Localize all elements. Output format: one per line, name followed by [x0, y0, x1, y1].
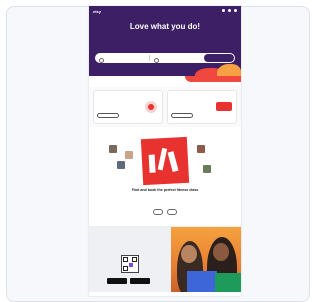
hero-section: etsy Love what you do! [89, 6, 241, 76]
site-logo[interactable]: etsy [93, 9, 101, 14]
header-icons [222, 9, 237, 12]
promo-button[interactable] [171, 113, 193, 118]
search-button[interactable] [204, 54, 234, 62]
feature-buttons [89, 209, 241, 215]
person-face [213, 243, 229, 261]
search-divider [149, 55, 150, 61]
feature-button-secondary[interactable] [167, 209, 177, 215]
feature-collage [140, 136, 190, 186]
feature-title: Find and book the perfect fitness class [131, 188, 199, 192]
menu-icon[interactable] [234, 9, 237, 12]
user-icon[interactable] [228, 9, 231, 12]
page-preview: etsy Love what you do! Find and book the… [89, 6, 241, 296]
promo-button[interactable] [97, 113, 119, 118]
promo-illustration [216, 102, 232, 111]
feature-section: Find and book the perfect fitness class [89, 131, 241, 223]
promo-illustration [145, 101, 157, 113]
decorative-shape [185, 76, 241, 82]
page-footer [89, 292, 241, 296]
app-store-badge-icon[interactable] [107, 278, 127, 284]
class-thumbnail [203, 165, 211, 173]
class-thumbnail [125, 151, 133, 159]
search-icon[interactable] [222, 9, 225, 12]
promo-row [89, 87, 241, 127]
app-info-panel [89, 227, 171, 293]
class-thumbnail [197, 145, 205, 153]
class-thumbnail [117, 161, 125, 169]
google-play-badge-icon[interactable] [130, 278, 150, 284]
clothing [215, 273, 241, 293]
search-bar[interactable] [95, 53, 235, 63]
qr-code-icon [121, 255, 139, 273]
hero-bottom-band [89, 76, 241, 87]
store-badges [107, 278, 150, 284]
app-photo [171, 227, 241, 293]
app-download-section [89, 226, 241, 293]
class-thumbnail [109, 145, 117, 153]
promo-card[interactable] [167, 90, 237, 124]
clothing [187, 271, 217, 293]
person-face [181, 245, 197, 263]
feature-button-primary[interactable] [153, 209, 163, 215]
promo-card[interactable] [93, 90, 163, 124]
hero-title: Love what you do! [129, 22, 201, 31]
